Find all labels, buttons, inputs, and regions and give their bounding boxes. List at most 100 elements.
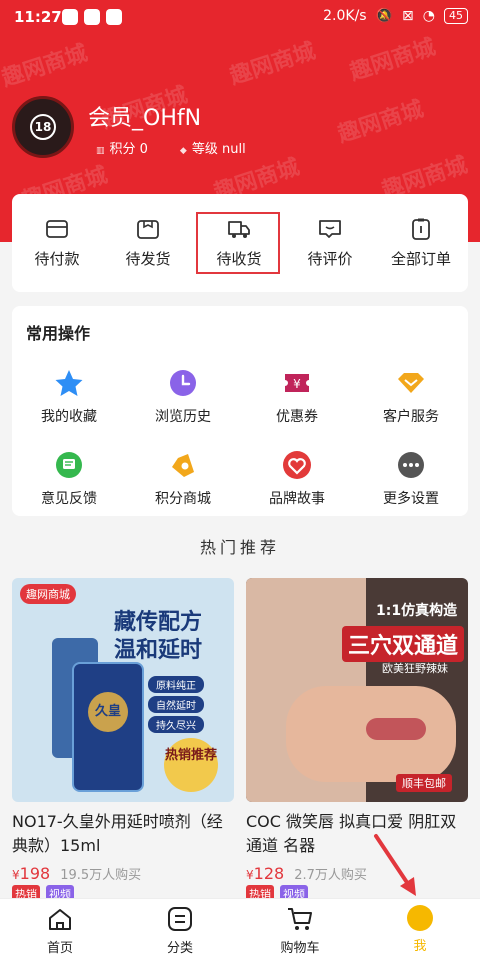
status-bar: 11:27 2.0K/s 🔕 ⊠ ◔ 45 [0,0,480,34]
bullet: 自然延时 [148,696,204,713]
product-image[interactable]: 1:1仿真构造 三穴双通道 欧美狂野辣妹 顺丰包邮 [246,578,468,802]
tab-home[interactable]: 首页 [10,905,110,956]
order-label: 待评价 [307,250,353,268]
user-meta: ▥ 积分 0 ◆ 等级 null [96,138,246,157]
tab-label: 首页 [46,941,73,956]
wallet-icon [46,220,68,238]
sold-count: 2.7万人购买 [294,868,367,883]
clock-icon [170,370,196,396]
brand-story-item[interactable]: 品牌故事 [247,450,347,508]
comment-icon [319,220,341,238]
favorites-item[interactable]: 我的收藏 [19,368,119,426]
section-title: 常用操作 [26,324,91,343]
badge: 顺丰包邮 [396,774,452,792]
badge: 热销推荐 [164,738,218,792]
item-label: 客户服务 [383,409,439,425]
order-label: 全部订单 [390,250,451,268]
points-mall-item[interactable]: 积分商城 [133,450,233,508]
clipboard-icon [412,218,430,240]
item-label: 我的收藏 [41,409,97,425]
tab-cart[interactable]: 购物车 [250,905,350,956]
app-notification-icon [106,9,122,25]
image-headline: 三穴双通道 [342,626,465,662]
product-price: ¥128 2.7万人购买 [246,864,367,883]
bottle-label: 久皇 [88,692,128,732]
tab-label: 我 [413,939,427,954]
item-label: 更多设置 [383,491,439,507]
box-graphic: 久皇 [72,662,144,792]
bell-muted-icon: 🔕 [375,8,394,24]
watermark: 趣网商城 [347,34,439,86]
level-icon: ◆ [179,146,187,156]
status-time: 11:27 [14,8,62,26]
bottom-tab-bar: 首页 分类 购物车 我 [0,898,480,960]
bullet: 持久尽兴 [148,716,204,733]
coupon-icon: ¥ [285,374,309,392]
product-graphic [366,718,426,740]
item-label: 优惠券 [276,409,318,425]
orders-card: 待付款 待发货 待收货 待评价 全部订单 [12,194,468,292]
order-pending-payment[interactable]: 待付款 [12,216,102,269]
coupon-item[interactable]: ¥ 优惠券 [247,368,347,426]
customer-service-item[interactable]: 客户服务 [361,368,461,426]
status-right: 2.0K/s 🔕 ⊠ ◔ 45 [323,8,468,24]
tab-label: 购物车 [280,941,320,956]
feedback-icon [56,452,82,478]
product-card[interactable]: 趣网商城 藏传配方 温和延时 久皇 原料纯正 自然延时 持久尽兴 热销推荐 NO… [12,578,234,903]
tab-category[interactable]: 分类 [130,905,230,956]
item-label: 浏览历史 [155,409,211,425]
product-image[interactable]: 趣网商城 藏传配方 温和延时 久皇 原料纯正 自然延时 持久尽兴 热销推荐 [12,578,234,802]
watermark: 趣网商城 [335,96,427,148]
heart-icon [283,451,311,479]
level[interactable]: ◆ 等级 null [180,138,246,157]
price-value: 198 [19,864,51,883]
price-value: 128 [253,864,285,883]
order-pending-review[interactable]: 待评价 [285,216,375,269]
status-app-icons [62,9,122,25]
watermark: 趣网商城 [227,38,319,90]
order-pending-shipment[interactable]: 待发货 [103,216,193,269]
item-label: 积分商城 [155,491,211,507]
order-label: 待付款 [34,250,80,268]
order-label: 待发货 [125,250,171,268]
points-text: 积分 0 [109,142,148,157]
product-title[interactable]: NO17-久皇外用延时喷剂（经典款）15ml [12,810,234,858]
app-notification-icon [62,9,78,25]
avatar-badge: 18 [30,114,56,140]
svg-text:¥: ¥ [293,377,301,391]
brand-tag: 趣网商城 [20,584,76,604]
item-label: 品牌故事 [269,491,325,507]
tiktok-icon [84,9,100,25]
bullet: 原料纯正 [148,676,204,693]
more-settings-item[interactable]: 更多设置 [361,450,461,508]
avatar[interactable]: 18 [12,96,74,158]
diamond-icon [398,373,424,393]
highlight-box [196,212,280,274]
tab-me[interactable]: 我 [370,905,470,954]
box-icon [137,220,159,239]
product-title[interactable]: COC 微笑唇 拟真口爱 阴肛双通道 名器 [246,810,468,858]
history-item[interactable]: 浏览历史 [133,368,233,426]
pointer-arrow-icon [374,834,416,896]
product-card[interactable]: 1:1仿真构造 三穴双通道 欧美狂野辣妹 顺丰包邮 COC 微笑唇 拟真口爱 阴… [246,578,468,903]
home-icon [49,909,71,930]
battery-icon: 45 [444,8,468,24]
tab-label: 分类 [166,941,193,956]
sold-count: 19.5万人购买 [60,868,142,883]
more-icon [398,452,424,478]
points-icon: ▥ [96,146,105,156]
order-all[interactable]: 全部订单 [376,216,466,269]
me-icon [407,905,433,931]
username[interactable]: 会员_OHfN [88,100,201,132]
star-icon [55,370,83,396]
points[interactable]: ▥ 积分 0 [96,138,148,157]
watermark: 趣网商城 [0,40,91,92]
common-actions-card: 常用操作 我的收藏 浏览历史 ¥ 优惠券 客户服务 意见反馈 积分商城 品牌故事… [12,306,468,516]
no-sim-icon: ⊠ [402,8,414,24]
level-text: 等级 null [191,142,246,157]
hot-recommend-title: 热门推荐 [199,538,280,557]
category-icon [168,907,192,931]
feedback-item[interactable]: 意见反馈 [19,450,119,508]
wifi-icon: ◔ [422,8,435,24]
cart-icon [288,908,312,930]
